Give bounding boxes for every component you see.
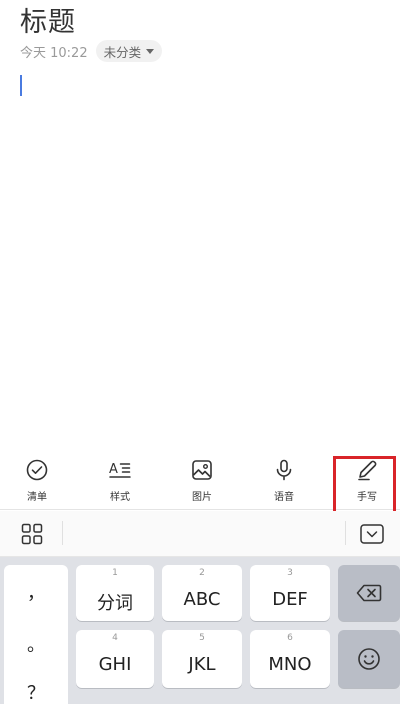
key-label: MNO [268,654,312,675]
toolbar-image-button[interactable]: 图片 [172,458,232,504]
checklist-icon [26,459,48,481]
key-2[interactable]: 2 ABC [162,565,242,621]
key-number: 1 [112,568,118,578]
keyboard: ， 。 ？ 1 分词 2 ABC 3 DEF 4 GHI 5 JKL 6 MNO [0,557,400,704]
backspace-key[interactable] [338,565,400,621]
key-number: 2 [199,568,205,578]
toolbar-handwriting-button[interactable]: 手写 [337,458,397,504]
punctuation-column[interactable]: ， 。 ？ [4,565,68,704]
key-number: 5 [199,633,205,643]
key-label: DEF [272,589,308,610]
toolbar-handwriting-label: 手写 [357,492,377,503]
collapse-keyboard-icon[interactable] [360,524,384,544]
caret-down-icon [146,48,155,54]
key-3[interactable]: 3 DEF [250,565,330,621]
divider [345,521,346,545]
note-title[interactable]: 标题 [20,0,76,39]
toolbar-voice-label: 语音 [274,492,294,503]
editor-toolbar: 清单 A 样式 图片 语音 手写 [0,452,400,510]
key-label: JKL [188,654,216,675]
svg-text:A: A [109,462,118,477]
backspace-icon [356,584,382,602]
key-number: 3 [287,568,293,578]
text-style-icon: A [109,462,131,478]
toolbar-checklist-label: 清单 [27,492,47,503]
toolbar-voice-button[interactable]: 语音 [254,458,314,504]
toolbar-style-label: 样式 [110,492,130,503]
key-4[interactable]: 4 GHI [76,630,154,688]
pen-icon [358,460,377,481]
category-label: 未分类 [103,44,142,60]
key-5[interactable]: 5 JKL [162,630,242,688]
toolbar-style-button[interactable]: A 样式 [90,458,150,504]
text-cursor [20,75,22,96]
key-number: 4 [112,633,118,643]
keyboard-top-bar [0,511,400,557]
punct-comma-key[interactable]: ， [4,579,68,605]
key-number: 6 [287,633,293,643]
key-6[interactable]: 6 MNO [250,630,330,688]
divider [62,521,63,545]
category-dropdown[interactable]: 未分类 [95,40,163,62]
note-timestamp: 今天 10:22 [20,45,88,61]
key-1[interactable]: 1 分词 [76,565,154,621]
key-label: ABC [183,589,221,610]
punct-period-key[interactable]: 。 [4,631,68,657]
note-meta: 今天 10:22 未分类 [20,40,163,62]
toolbar-checklist-button[interactable]: 清单 [7,458,67,504]
image-icon [192,460,212,480]
punct-question-key[interactable]: ？ [4,679,68,704]
toolbar-image-label: 图片 [192,492,212,503]
key-label: 分词 [97,593,133,614]
emoji-key[interactable] [338,630,400,688]
key-label: GHI [98,654,132,675]
emoji-icon [358,648,380,670]
grid-icon[interactable] [21,523,43,545]
microphone-icon [276,459,292,481]
